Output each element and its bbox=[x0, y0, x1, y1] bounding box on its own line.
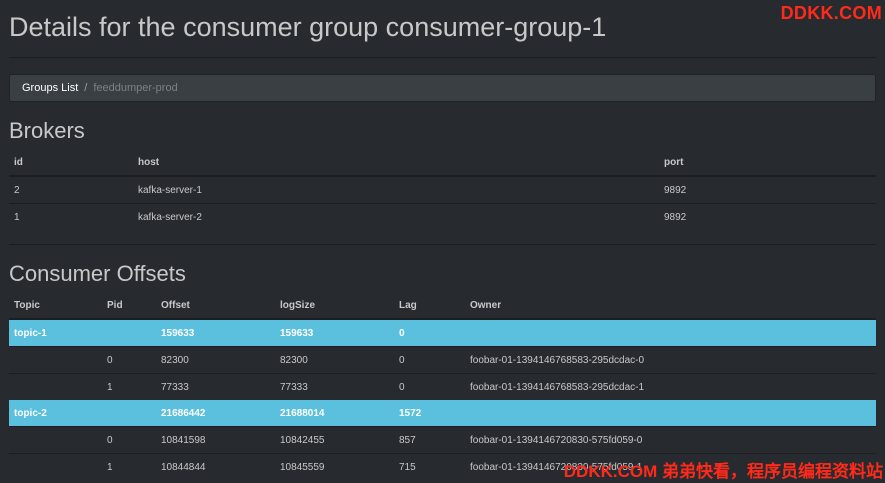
logsize-value: 21688014 bbox=[275, 400, 394, 427]
column-header-owner: Owner bbox=[465, 292, 876, 320]
owner-value bbox=[465, 319, 876, 347]
logsize-value: 77333 bbox=[275, 373, 394, 400]
owner-value: foobar-01-1394146768583-295dcdac-0 bbox=[465, 346, 876, 374]
broker-host: kafka-server-2 bbox=[133, 203, 659, 230]
watermark-bottom: DDKK.COM 弟弟快看，程序员编程资料站 bbox=[563, 462, 883, 481]
offset-value: 77333 bbox=[156, 373, 275, 400]
page: Details for the consumer group consumer-… bbox=[0, 0, 885, 483]
lag-value: 1572 bbox=[394, 400, 465, 427]
consumer-offsets-heading: Consumer Offsets bbox=[9, 261, 186, 286]
offset-value: 82300 bbox=[156, 346, 275, 374]
owner-value bbox=[465, 400, 876, 427]
topic-name: topic-2 bbox=[9, 400, 102, 427]
column-header-offset: Offset bbox=[156, 292, 275, 320]
page-title: Details for the consumer group consumer-… bbox=[9, 12, 607, 42]
partition-row: 0 10841598 10842455 857 foobar-01-139414… bbox=[9, 426, 876, 454]
column-header-logsize: logSize bbox=[275, 292, 394, 320]
consumer-offsets-table: Topic Pid Offset logSize Lag Owner topic… bbox=[9, 292, 876, 480]
topic-row: topic-1 159633 159633 0 bbox=[9, 319, 876, 347]
topic-row: topic-2 21686442 21688014 1572 bbox=[9, 400, 876, 427]
owner-value: foobar-01-1394146768583-295dcdac-1 bbox=[465, 373, 876, 400]
column-header-host: host bbox=[133, 149, 659, 177]
logsize-value: 159633 bbox=[275, 319, 394, 347]
column-header-port: port bbox=[659, 149, 876, 177]
brokers-section-divider bbox=[9, 244, 876, 245]
column-header-lag: Lag bbox=[394, 292, 465, 320]
offset-value: 21686442 bbox=[156, 400, 275, 427]
breadcrumb-separator: / bbox=[84, 82, 88, 94]
topic-name bbox=[9, 426, 102, 454]
title-divider bbox=[9, 57, 876, 58]
broker-row: 2 kafka-server-1 9892 bbox=[9, 175, 876, 204]
offsets-header-row: Topic Pid Offset logSize Lag Owner bbox=[9, 292, 876, 320]
topic-name bbox=[9, 453, 102, 480]
logsize-value: 10842455 bbox=[275, 426, 394, 454]
brokers-table: id host port 2 kafka-server-1 9892 1 kaf… bbox=[9, 149, 876, 230]
lag-value: 0 bbox=[394, 346, 465, 374]
partition-id: 0 bbox=[102, 346, 156, 374]
broker-port: 9892 bbox=[659, 175, 876, 204]
offset-value: 10844844 bbox=[156, 453, 275, 480]
broker-row: 1 kafka-server-2 9892 bbox=[9, 203, 876, 230]
owner-value: foobar-01-1394146720830-575fd059-0 bbox=[465, 426, 876, 454]
partition-id: 1 bbox=[102, 373, 156, 400]
partition-id bbox=[102, 400, 156, 427]
broker-host: kafka-server-1 bbox=[133, 175, 659, 204]
partition-id: 1 bbox=[102, 453, 156, 480]
topic-name bbox=[9, 373, 102, 400]
logsize-value: 10845559 bbox=[275, 453, 394, 480]
column-header-pid: Pid bbox=[102, 292, 156, 320]
column-header-topic: Topic bbox=[9, 292, 102, 320]
lag-value: 857 bbox=[394, 426, 465, 454]
lag-value: 0 bbox=[394, 373, 465, 400]
breadcrumb-current: feeddumper-prod bbox=[93, 82, 178, 94]
breadcrumb-groups-list-link[interactable]: Groups List bbox=[22, 82, 78, 94]
broker-port: 9892 bbox=[659, 203, 876, 230]
watermark-top: DDKK.COM bbox=[780, 3, 882, 23]
broker-id: 2 bbox=[9, 175, 133, 204]
topic-name bbox=[9, 346, 102, 374]
offset-value: 159633 bbox=[156, 319, 275, 347]
partition-row: 1 77333 77333 0 foobar-01-1394146768583-… bbox=[9, 373, 876, 400]
brokers-heading: Brokers bbox=[9, 118, 85, 143]
offset-value: 10841598 bbox=[156, 426, 275, 454]
breadcrumb: Groups List / feeddumper-prod bbox=[9, 74, 876, 102]
lag-value: 715 bbox=[394, 453, 465, 480]
logsize-value: 82300 bbox=[275, 346, 394, 374]
lag-value: 0 bbox=[394, 319, 465, 347]
broker-id: 1 bbox=[9, 203, 133, 230]
column-header-id: id bbox=[9, 149, 133, 177]
partition-id bbox=[102, 319, 156, 347]
topic-name: topic-1 bbox=[9, 319, 102, 347]
brokers-header-row: id host port bbox=[9, 149, 876, 177]
partition-row: 0 82300 82300 0 foobar-01-1394146768583-… bbox=[9, 346, 876, 374]
partition-id: 0 bbox=[102, 426, 156, 454]
